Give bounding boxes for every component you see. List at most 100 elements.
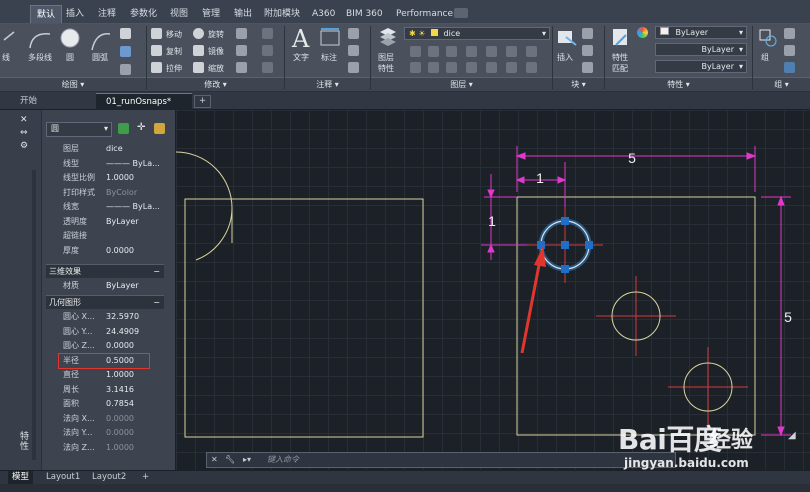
layer-tool-icon[interactable] — [466, 62, 477, 73]
tab-layout2[interactable]: Layout2 — [88, 471, 130, 485]
offset-icon[interactable] — [262, 62, 273, 73]
layer-tool-icon[interactable] — [526, 46, 537, 57]
layer-tool-icon[interactable] — [446, 62, 457, 73]
line-button[interactable]: 线 — [2, 52, 10, 63]
close-icon[interactable]: ✕ — [20, 115, 28, 125]
property-row[interactable]: 直径 1.0000 — [46, 368, 164, 383]
layer-tool-icon[interactable] — [506, 62, 517, 73]
group-select-icon[interactable] — [784, 62, 795, 73]
tab-performance[interactable]: Performance — [390, 5, 459, 23]
collapse-icon[interactable]: − — [153, 265, 160, 279]
block-tool-icon[interactable] — [582, 45, 593, 56]
tab-parametric[interactable]: 参数化 — [124, 5, 163, 23]
fillet-icon[interactable] — [236, 45, 247, 56]
property-row[interactable]: 材质 ByLayer — [46, 279, 164, 294]
recent-commands-icon[interactable]: ▸▾ — [243, 453, 251, 467]
ribbon-toggle-icon[interactable] — [454, 8, 468, 18]
linetype-select[interactable]: ByLayer ▾ — [655, 43, 747, 56]
layer-tool-icon[interactable] — [486, 62, 497, 73]
property-row[interactable]: 厚度 0.0000 — [46, 244, 164, 259]
rotate-button[interactable]: 旋转 — [208, 29, 224, 40]
dimension-button[interactable]: 标注 — [321, 52, 337, 63]
group-edit-icon[interactable] — [784, 45, 795, 56]
close-command-icon[interactable]: ✕ — [211, 453, 218, 467]
tab-layout1[interactable]: Layout1 — [42, 471, 84, 485]
autohide-icon[interactable]: ⇔ — [20, 128, 28, 138]
tab-annotate[interactable]: 注释 — [92, 5, 122, 23]
collapse-icon[interactable]: − — [153, 296, 160, 310]
layer-tool-icon[interactable] — [428, 46, 439, 57]
group-button[interactable]: 组 — [761, 52, 769, 63]
match-properties-button-line2[interactable]: 匹配 — [612, 63, 628, 74]
palette-scrollbar[interactable] — [32, 170, 36, 460]
groups-panel-title[interactable]: 组 ▾ — [753, 77, 810, 91]
ungroup-icon[interactable] — [784, 28, 795, 39]
add-layout-button[interactable]: + — [138, 471, 153, 485]
gradient-icon[interactable] — [120, 64, 131, 75]
left-square[interactable] — [184, 198, 424, 438]
mirror-button[interactable]: 镜像 — [208, 46, 224, 57]
tab-insert[interactable]: 插入 — [60, 5, 90, 23]
tab-a360[interactable]: A360 — [306, 5, 341, 23]
circle-button[interactable]: 圆 — [66, 52, 74, 63]
arc-button[interactable]: 圆弧 — [92, 52, 108, 63]
property-row[interactable]: 线型 ——— ByLa... — [46, 157, 164, 172]
property-row[interactable]: 法向 X... 0.0000 — [46, 412, 164, 427]
tab-manage[interactable]: 管理 — [196, 5, 226, 23]
property-row[interactable]: 圆心 X... 32.5970 — [46, 310, 164, 325]
block-tool-icon[interactable] — [582, 62, 593, 73]
property-row[interactable]: 线宽 ——— ByLa... — [46, 200, 164, 215]
layer-tool-icon[interactable] — [506, 46, 517, 57]
tab-drawing[interactable]: 01_runOsnaps* — [96, 93, 192, 110]
trim-icon[interactable] — [236, 28, 247, 39]
draw-panel-title[interactable]: 绘图 ▾ — [0, 77, 146, 91]
tab-addins[interactable]: 附加模块 — [258, 5, 306, 23]
property-row[interactable]: 圆心 Z... 0.0000 — [46, 339, 164, 354]
hatch-icon[interactable] — [120, 46, 131, 57]
copy-button[interactable]: 复制 — [166, 46, 182, 57]
select-objects-icon[interactable]: ✛ — [137, 122, 145, 133]
quadrant-grip[interactable] — [561, 217, 569, 225]
pip-circle-middle[interactable] — [596, 276, 676, 356]
layer-select[interactable]: ✱ ☀ dice ▾ — [404, 27, 550, 40]
polyline-button[interactable]: 多段线 — [28, 52, 52, 63]
layer-tool-icon[interactable] — [466, 46, 477, 57]
match-properties-button[interactable]: 特性 — [612, 52, 628, 63]
color-select[interactable]: ByLayer ▾ — [655, 26, 747, 39]
section-geometry[interactable]: 几何图形 − — [46, 295, 164, 309]
property-row[interactable]: 圆心 Y... 24.4909 — [46, 325, 164, 340]
section-3d-effects[interactable]: 三维效果 − — [46, 264, 164, 278]
layer-tool-icon[interactable] — [410, 62, 421, 73]
command-input[interactable]: 键入命令 — [267, 453, 299, 467]
erase-icon[interactable] — [262, 28, 273, 39]
wrench-icon[interactable]: 🔧︎ — [225, 453, 235, 467]
quadrant-grip[interactable] — [585, 241, 593, 249]
tab-output[interactable]: 输出 — [228, 5, 258, 23]
toggle-pickadd-icon[interactable] — [118, 123, 129, 134]
tab-default[interactable]: 默认 — [30, 5, 63, 23]
move-button[interactable]: 移动 — [166, 29, 182, 40]
palette-settings-icon[interactable]: ⚙ — [20, 141, 28, 151]
property-row[interactable]: 超链接 — [46, 229, 164, 244]
tab-model[interactable]: 模型 — [8, 471, 34, 485]
mtext-icon[interactable] — [348, 62, 359, 73]
leader-icon[interactable] — [348, 28, 359, 39]
tab-bim360[interactable]: BIM 360 — [340, 5, 389, 23]
partial-arc[interactable] — [176, 151, 233, 261]
layers-panel-title[interactable]: 图层 ▾ — [371, 77, 552, 91]
property-row[interactable]: 法向 Y... 0.0000 — [46, 426, 164, 441]
property-row[interactable]: 图层 dice — [46, 142, 164, 157]
property-row[interactable]: 周长 3.1416 — [46, 383, 164, 398]
text-button[interactable]: 文字 — [293, 52, 309, 63]
scale-button[interactable]: 缩放 — [208, 63, 224, 74]
property-row[interactable]: 线型比例 1.0000 — [46, 171, 164, 186]
layer-properties-button[interactable]: 图层 — [378, 52, 394, 63]
center-grip[interactable] — [561, 241, 569, 249]
new-tab-button[interactable]: + — [194, 95, 212, 108]
object-type-select[interactable]: 圆 ▾ — [46, 122, 112, 137]
array-icon[interactable] — [236, 62, 247, 73]
quick-select-icon[interactable] — [154, 123, 165, 134]
block-panel-title[interactable]: 块 ▾ — [553, 77, 604, 91]
lineweight-select[interactable]: ByLayer ▾ — [655, 60, 747, 73]
quadrant-grip[interactable] — [561, 265, 569, 273]
